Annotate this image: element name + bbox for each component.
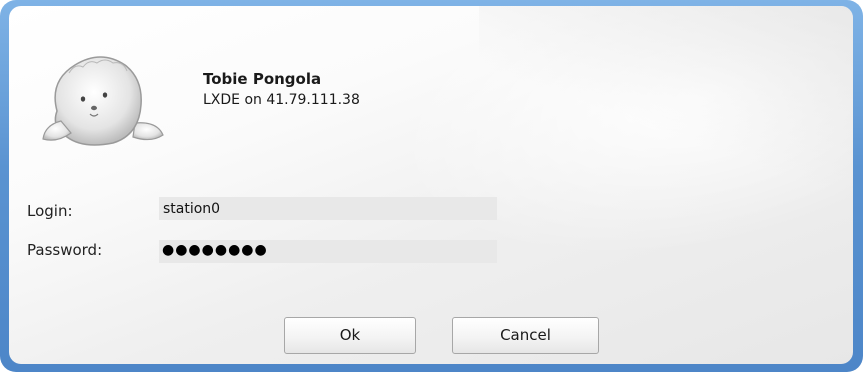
session-info: LXDE on 41.79.111.38 (203, 92, 360, 108)
password-label: Password: (27, 241, 103, 259)
dialog-frame: Tobie Pongola LXDE on 41.79.111.38 Login… (0, 0, 863, 372)
password-input[interactable] (159, 240, 497, 263)
login-input[interactable] (159, 197, 497, 220)
user-name: Tobie Pongola (203, 70, 322, 88)
seal-avatar-icon (42, 56, 164, 146)
ok-button[interactable]: Ok (284, 317, 416, 354)
login-label: Login: (27, 202, 73, 220)
cancel-button[interactable]: Cancel (452, 317, 599, 354)
login-dialog: Tobie Pongola LXDE on 41.79.111.38 Login… (9, 6, 853, 364)
background-sheen (479, 6, 853, 226)
